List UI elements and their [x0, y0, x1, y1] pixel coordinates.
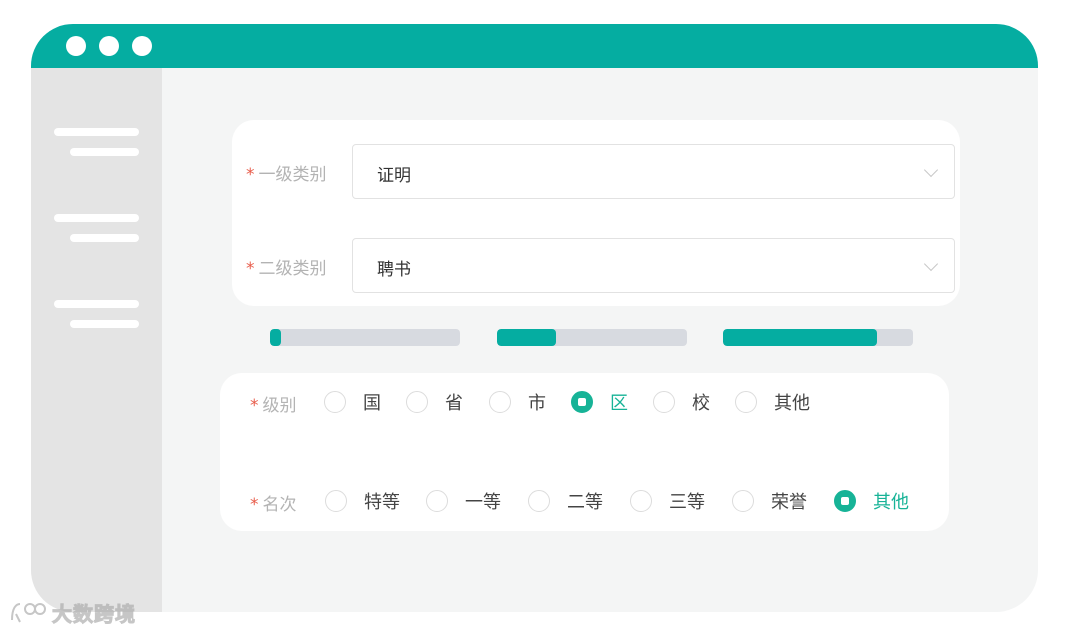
radio-circle[interactable] — [489, 391, 511, 413]
radio-circle[interactable] — [325, 490, 347, 512]
window-dot-2[interactable] — [99, 36, 119, 56]
option-label: 一等 — [465, 492, 501, 513]
progress-bar-1 — [270, 329, 460, 346]
progress-bar-3 — [723, 329, 913, 346]
rank-option[interactable]: 特等 — [325, 488, 400, 514]
option-label: 国 — [363, 393, 381, 414]
level-option[interactable]: 省 — [406, 389, 463, 415]
primary-category-select[interactable]: 证明 — [352, 144, 955, 199]
sidebar-line — [70, 320, 139, 328]
sidebar-line — [54, 214, 139, 222]
option-label: 三等 — [669, 492, 705, 513]
sidebar — [31, 68, 162, 612]
sidebar-line — [70, 148, 139, 156]
radio-circle[interactable] — [653, 391, 675, 413]
radio-circle[interactable] — [735, 391, 757, 413]
rank-option[interactable]: 三等 — [630, 488, 705, 514]
radio-circle[interactable] — [630, 490, 652, 512]
radio-circle[interactable] — [571, 391, 593, 413]
sidebar-line — [54, 128, 139, 136]
watermark-logo-icon — [11, 602, 46, 622]
primary-category-label: * 一级类别 — [246, 165, 327, 185]
primary-category-value: 证明 — [377, 166, 411, 186]
radio-circle[interactable] — [834, 490, 856, 512]
level-option[interactable]: 其他 — [735, 389, 810, 415]
app-window: * 一级类别 证明 * 二级类别 聘书 * 级别 国 省 市 区 校 其他 * 名次 特… — [31, 24, 1038, 612]
level-option[interactable]: 市 — [489, 389, 546, 415]
sidebar-line — [54, 300, 139, 308]
window-dot-1[interactable] — [66, 36, 86, 56]
secondary-category-value: 聘书 — [377, 260, 411, 280]
option-label: 其他 — [774, 393, 810, 414]
watermark: 大数跨境 — [8, 598, 136, 627]
window-dot-3[interactable] — [132, 36, 152, 56]
option-label: 荣誉 — [771, 492, 807, 513]
rank-option[interactable]: 二等 — [528, 488, 603, 514]
radio-circle[interactable] — [426, 490, 448, 512]
level-option[interactable]: 区 — [571, 389, 628, 415]
level-label: * 级别 — [250, 396, 297, 416]
option-label: 区 — [610, 393, 628, 414]
category-card: * 一级类别 证明 * 二级类别 聘书 — [232, 120, 960, 306]
secondary-category-select[interactable]: 聘书 — [352, 238, 955, 293]
progress-bar-2 — [497, 329, 687, 346]
level-option[interactable]: 国 — [324, 389, 381, 415]
option-label: 特等 — [364, 492, 400, 513]
option-label: 其他 — [873, 492, 909, 513]
progress-fill-2 — [497, 329, 556, 346]
title-bar — [31, 24, 1038, 68]
option-label: 校 — [692, 393, 710, 414]
rank-label: * 名次 — [250, 495, 297, 515]
sidebar-line — [70, 234, 139, 242]
rank-option[interactable]: 一等 — [426, 488, 501, 514]
option-label: 省 — [445, 393, 463, 414]
radio-circle[interactable] — [528, 490, 550, 512]
radio-circle[interactable] — [324, 391, 346, 413]
rank-option[interactable]: 其他 — [834, 488, 909, 514]
secondary-category-label: * 二级类别 — [246, 259, 327, 279]
rank-option[interactable]: 荣誉 — [732, 488, 807, 514]
radio-circle[interactable] — [732, 490, 754, 512]
option-label: 二等 — [567, 492, 603, 513]
radio-card: * 级别 国 省 市 区 校 其他 * 名次 特等 一等 二等 三等 荣誉 其他 — [220, 373, 949, 531]
level-option[interactable]: 校 — [653, 389, 710, 415]
progress-fill-3 — [723, 329, 877, 346]
watermark-text: 大数跨境 — [52, 602, 136, 627]
progress-fill-1 — [270, 329, 282, 346]
option-label: 市 — [528, 393, 546, 414]
radio-circle[interactable] — [406, 391, 428, 413]
chevron-down-icon — [923, 256, 939, 272]
chevron-down-icon — [923, 162, 939, 178]
